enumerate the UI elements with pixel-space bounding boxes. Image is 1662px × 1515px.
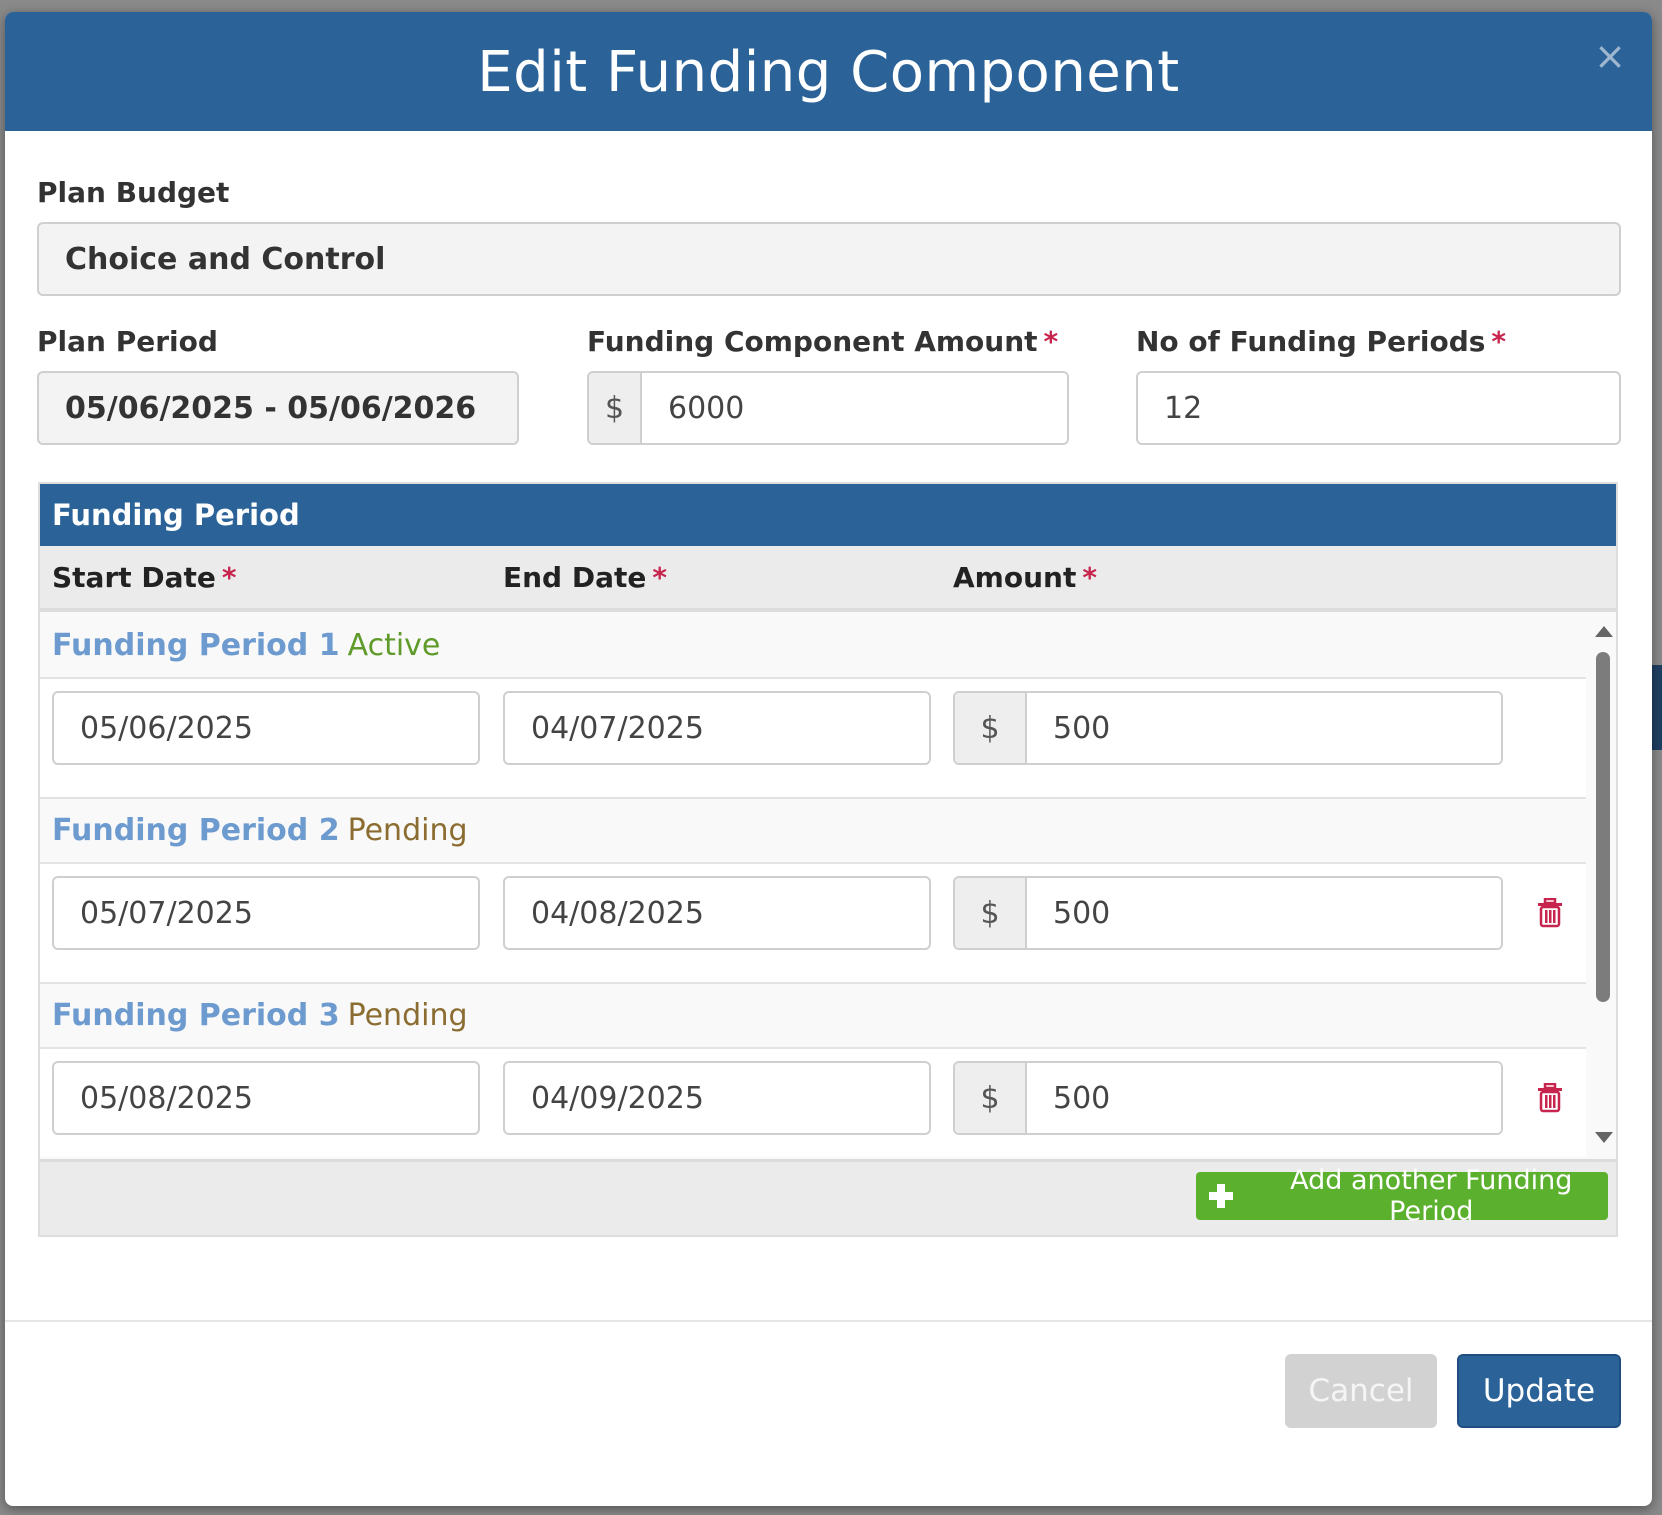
status-badge: Pending [347, 813, 468, 848]
required-mark: * [221, 561, 237, 594]
trash-icon[interactable] [1537, 1083, 1563, 1113]
status-badge: Active [347, 628, 441, 663]
start-date-input[interactable] [52, 691, 480, 765]
add-funding-period-button[interactable]: Add another Funding Period [1196, 1165, 1608, 1227]
amount-header: Amount * [953, 561, 1097, 594]
close-icon[interactable]: × [1590, 36, 1630, 76]
panel-footer: Add another Funding Period [40, 1159, 1616, 1235]
amount-group: $ [953, 1061, 1503, 1135]
modal-footer-divider [5, 1320, 1652, 1322]
plan-budget-field: Choice and Control [37, 222, 1621, 296]
num-periods-label: No of Funding Periods * [1136, 325, 1506, 358]
currency-addon: $ [589, 373, 642, 443]
end-date-input[interactable] [503, 691, 931, 765]
amount-group: $ [953, 876, 1503, 950]
period-title: Funding Period 2 Pending [52, 813, 468, 848]
amount-group: $ [953, 691, 1503, 765]
amount-header-text: Amount [953, 561, 1077, 594]
trash-icon[interactable] [1537, 898, 1563, 928]
add-funding-period-label: Add another Funding Period [1290, 1165, 1573, 1227]
end-date-input[interactable] [503, 1061, 931, 1135]
column-headers: Start Date * End Date * Amount * [40, 546, 1616, 612]
funding-period-panel: Funding Period Start Date * End Date * Amo… [38, 482, 1618, 1237]
scroll-down-arrow-icon[interactable] [1595, 1132, 1613, 1143]
required-mark: * [1043, 325, 1059, 358]
required-mark: * [1082, 561, 1097, 594]
component-amount-label: Funding Component Amount * [587, 325, 1058, 358]
modal-header: Edit Funding Component × [5, 12, 1652, 131]
period-row: $ [40, 1049, 1586, 1157]
start-date-header-text: Start Date [52, 561, 216, 594]
end-date-header-text: End Date [503, 561, 647, 594]
start-date-header: Start Date * [52, 561, 237, 594]
end-date-header: End Date * [503, 561, 667, 594]
list-scrollbar[interactable] [1588, 612, 1618, 1157]
edit-funding-modal: Edit Funding Component × Plan Budget Cho… [5, 12, 1652, 1506]
status-badge: Pending [347, 998, 468, 1033]
num-periods-label-text: No of Funding Periods [1136, 325, 1486, 358]
plan-period-label: Plan Period [37, 325, 218, 358]
period-name: Funding Period 3 [52, 998, 340, 1033]
num-periods-input[interactable] [1136, 371, 1621, 445]
modal-title: Edit Funding Component [477, 40, 1180, 105]
component-amount-group: $ [587, 371, 1069, 445]
scroll-up-arrow-icon[interactable] [1595, 626, 1613, 637]
plan-period-field: 05/06/2025 - 05/06/2026 [37, 371, 519, 445]
divider [40, 982, 1586, 984]
funding-period-header: Funding Period [40, 484, 1616, 546]
divider [40, 797, 1586, 799]
scroll-thumb[interactable] [1596, 652, 1610, 1002]
required-mark: * [1491, 325, 1507, 358]
amount-input[interactable] [1027, 1063, 1501, 1133]
start-date-input[interactable] [52, 876, 480, 950]
period-name: Funding Period 2 [52, 813, 340, 848]
plan-budget-label: Plan Budget [37, 176, 230, 209]
cancel-button[interactable]: Cancel [1285, 1354, 1437, 1428]
currency-addon: $ [955, 878, 1027, 948]
required-mark: * [652, 561, 668, 594]
period-row: $ [40, 864, 1586, 982]
funding-period-title: Funding Period [52, 498, 300, 532]
start-date-input[interactable] [52, 1061, 480, 1135]
component-amount-label-text: Funding Component Amount [587, 325, 1038, 358]
update-button[interactable]: Update [1457, 1354, 1621, 1428]
amount-input[interactable] [1027, 693, 1501, 763]
period-title: Funding Period 3 Pending [52, 998, 468, 1033]
currency-addon: $ [955, 1063, 1027, 1133]
period-row: $ [40, 679, 1586, 797]
component-amount-input[interactable] [642, 373, 1067, 443]
period-name: Funding Period 1 [52, 628, 340, 663]
currency-addon: $ [955, 693, 1027, 763]
funding-period-list[interactable]: Funding Period 1Active $ Funding Period … [40, 612, 1586, 1157]
amount-input[interactable] [1027, 878, 1501, 948]
end-date-input[interactable] [503, 876, 931, 950]
backdrop-stripe [1652, 665, 1662, 750]
period-title: Funding Period 1 Active [52, 628, 440, 663]
plus-icon [1208, 1183, 1233, 1209]
